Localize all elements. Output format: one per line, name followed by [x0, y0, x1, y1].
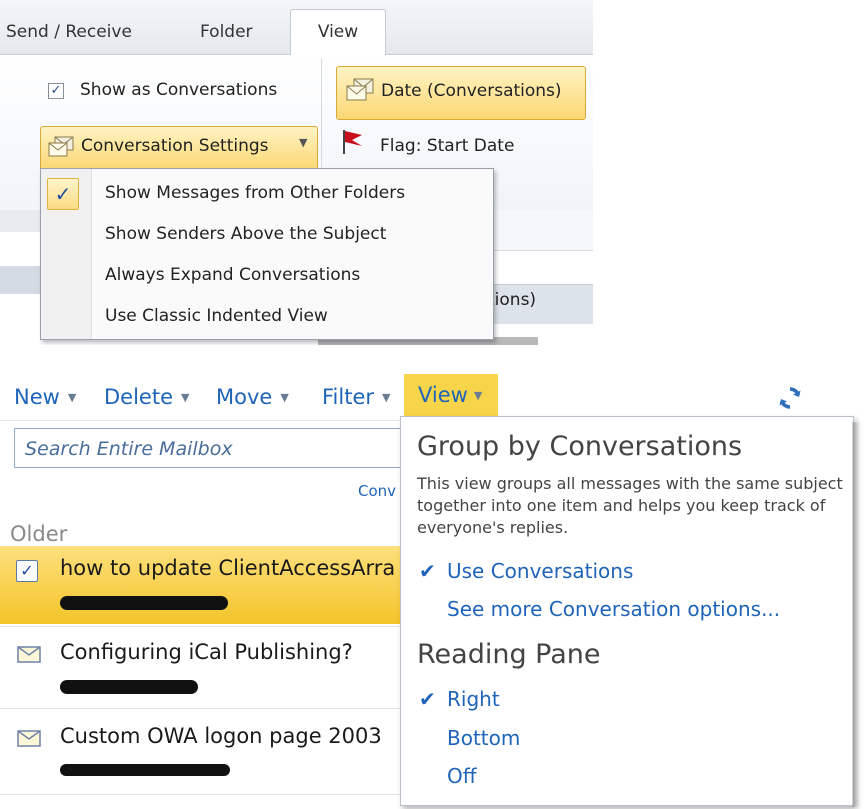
envelope-icon — [17, 646, 41, 663]
flag-start-date-label: Flag: Start Date — [380, 136, 515, 156]
checkbox-checked-icon[interactable]: ✓ — [16, 560, 38, 582]
reading-pane-heading: Reading Pane — [417, 639, 601, 670]
message-list-item[interactable]: Custom OWA logon page 2003 — [0, 714, 408, 790]
tab-folder[interactable]: Folder — [200, 12, 253, 52]
move-label: Move — [216, 385, 273, 409]
message-sender-redacted — [60, 590, 260, 610]
tab-send-receive[interactable]: Send / Receive — [6, 12, 132, 52]
message-list-item[interactable]: ✓ how to update ClientAccessArra — [0, 546, 408, 624]
reading-pane-right-option[interactable]: Right — [447, 687, 500, 711]
chevron-down-icon: ▼ — [67, 391, 77, 404]
checkmark-icon: ✔ — [419, 559, 436, 583]
tab-view[interactable]: View — [290, 9, 386, 56]
filter-button[interactable]: Filter ▼ — [322, 382, 390, 412]
message-sender-redacted — [60, 674, 220, 694]
conversation-envelope-icon — [346, 78, 374, 101]
message-subject: Configuring iCal Publishing? — [60, 640, 353, 664]
checkmark-icon: ✓ — [47, 178, 79, 210]
conversation-settings-label: Conversation Settings — [81, 136, 269, 156]
search-box[interactable] — [14, 428, 406, 468]
menu-item-use-classic-indented-view[interactable]: Use Classic Indented View — [105, 301, 328, 331]
delete-label: Delete — [104, 385, 173, 409]
chevron-down-icon: ▼ — [280, 391, 289, 404]
red-flag-icon — [343, 130, 362, 154]
date-group-label: Older — [10, 522, 68, 546]
see-more-conversation-options-link[interactable]: See more Conversation options... — [447, 597, 780, 621]
filter-label: Filter — [322, 385, 375, 409]
new-label: New — [14, 385, 60, 409]
message-subject: how to update ClientAccessArra — [60, 556, 396, 580]
checkmark-icon: ✔ — [419, 687, 436, 711]
group-by-conversations-description: This view groups all messages with the s… — [417, 474, 843, 537]
chevron-down-icon: ▼ — [382, 391, 391, 404]
conversation-link-fragment[interactable]: Conv — [358, 482, 396, 500]
delete-button[interactable]: Delete ▼ — [104, 382, 189, 412]
background-arrange-header-text: tions) — [488, 290, 537, 310]
menu-item-show-messages-other-folders[interactable]: Show Messages from Other Folders — [105, 178, 405, 208]
use-conversations-option[interactable]: Use Conversations — [447, 559, 633, 583]
new-button[interactable]: New ▼ — [14, 382, 76, 412]
conversation-envelope-icon — [48, 136, 74, 157]
conversation-settings-menu: ✓ Show Messages from Other Folders Show … — [40, 168, 494, 340]
date-conversations-label: Date (Conversations) — [381, 81, 562, 101]
chevron-down-icon: ▼ — [181, 391, 190, 404]
chevron-down-icon: ▼ — [299, 136, 308, 149]
move-button[interactable]: Move ▼ — [216, 382, 289, 412]
view-label: View — [418, 383, 468, 407]
menu-item-always-expand-conversations[interactable]: Always Expand Conversations — [105, 260, 360, 290]
background-pane-strip — [0, 266, 40, 294]
envelope-icon — [17, 730, 41, 747]
chevron-down-icon: ▼ — [473, 389, 483, 402]
outlook-ribbon: Send / Receive Folder View ✓ Show as Con… — [0, 0, 593, 345]
view-button[interactable]: View ▼ — [404, 374, 498, 416]
row-divider — [0, 708, 408, 709]
group-by-conversations-heading: Group by Conversations — [417, 431, 743, 462]
search-input[interactable] — [23, 435, 397, 463]
message-subject: Custom OWA logon page 2003 — [60, 724, 382, 748]
checkbox-checked-icon[interactable]: ✓ — [48, 83, 64, 99]
reading-pane-off-option[interactable]: Off — [447, 764, 477, 788]
row-divider — [0, 626, 408, 627]
refresh-icon[interactable] — [778, 386, 802, 410]
date-conversations-arrange-button[interactable]: Date (Conversations) — [336, 66, 586, 120]
view-options-panel: Group by Conversations This view groups … — [400, 416, 854, 806]
row-divider — [0, 794, 408, 795]
message-list-item[interactable]: Configuring iCal Publishing? — [0, 630, 408, 704]
reading-pane-bottom-option[interactable]: Bottom — [447, 726, 520, 750]
menu-item-show-senders-above-subject[interactable]: Show Senders Above the Subject — [105, 219, 386, 249]
show-as-conversations-label: Show as Conversations — [80, 80, 278, 100]
background-pane-strip — [0, 210, 40, 232]
panel-shadow — [852, 422, 860, 807]
message-sender-redacted — [60, 758, 240, 778]
conversation-settings-button[interactable]: Conversation Settings ▼ — [40, 126, 318, 170]
